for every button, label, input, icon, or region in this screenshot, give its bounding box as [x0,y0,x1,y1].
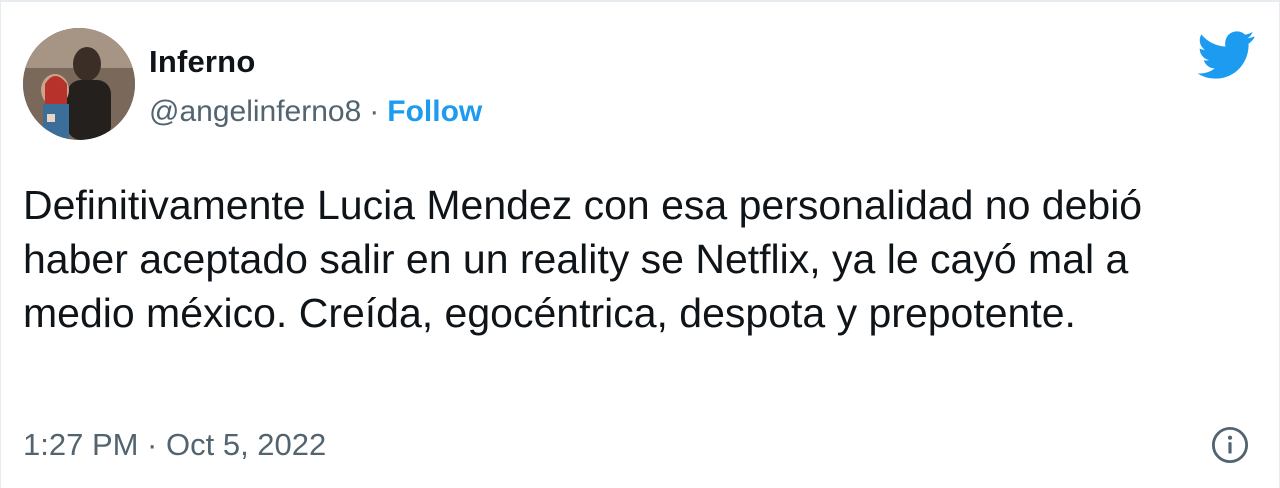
avatar-image [23,28,135,140]
follow-button[interactable]: Follow [387,95,482,128]
author-handle[interactable]: @angelinferno8 [149,95,361,128]
handle-separator: · [369,95,380,128]
author-name[interactable]: Inferno [149,44,255,80]
tweet-timestamp[interactable]: 1:27 PM · Oct 5, 2022 [23,427,326,463]
info-icon[interactable] [1211,426,1249,464]
twitter-bird-icon[interactable] [1197,30,1255,80]
avatar[interactable] [23,28,135,140]
tweet-card: Inferno @angelinferno8 · Follow Definitiva… [0,0,1280,488]
author-handle-line: @angelinferno8 · Follow [149,95,482,129]
tweet-text: Definitivamente Lucia Mendez con esa per… [23,182,1143,336]
